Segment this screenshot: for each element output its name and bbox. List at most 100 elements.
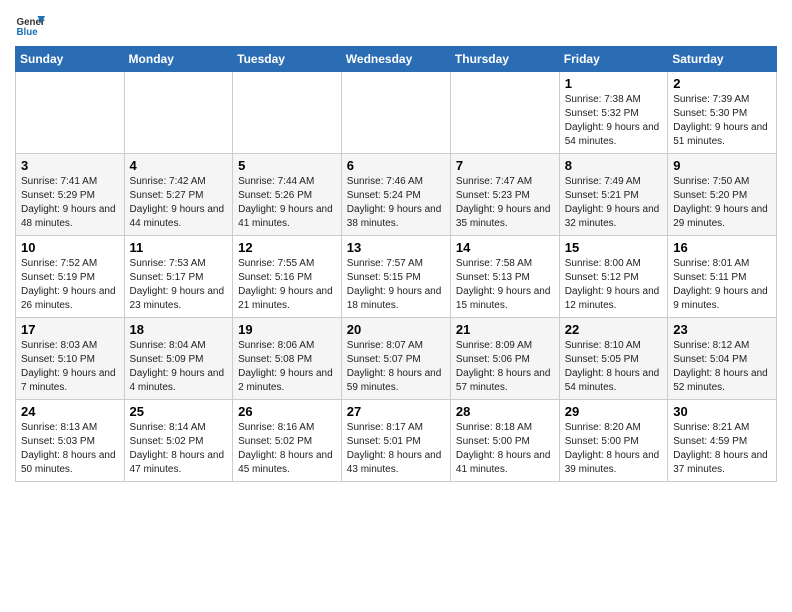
day-info: Sunrise: 7:41 AM Sunset: 5:29 PM Dayligh… xyxy=(21,175,119,231)
calendar-cell: 15Sunrise: 8:00 AM Sunset: 5:12 PM Dayli… xyxy=(559,236,667,318)
day-info: Sunrise: 8:09 AM Sunset: 5:06 PM Dayligh… xyxy=(456,339,554,395)
calendar-cell: 13Sunrise: 7:57 AM Sunset: 5:15 PM Dayli… xyxy=(341,236,450,318)
calendar-cell: 9 Sunrise: 7:50 AM Sunset: 5:20 PM Daylig… xyxy=(668,154,777,236)
day-number: 12 xyxy=(238,240,336,255)
calendar-cell: 4Sunrise: 7:42 AM Sunset: 5:27 PM Daylig… xyxy=(124,154,233,236)
weekday-header-row: SundayMondayTuesdayWednesdayThursdayFrid… xyxy=(16,47,777,72)
day-number: 29 xyxy=(565,404,662,419)
calendar-cell xyxy=(233,72,342,154)
day-info: Sunrise: 8:04 AM Sunset: 5:09 PM Dayligh… xyxy=(130,339,228,395)
day-number: 28 xyxy=(456,404,554,419)
day-number: 11 xyxy=(130,240,228,255)
day-info: Sunrise: 8:13 AM Sunset: 5:03 PM Dayligh… xyxy=(21,421,119,477)
day-number: 5 xyxy=(238,158,336,173)
calendar-table: SundayMondayTuesdayWednesdayThursdayFrid… xyxy=(15,46,777,482)
calendar-cell: 27 Sunrise: 8:17 AM Sunset: 5:01 PM Dayli… xyxy=(341,400,450,482)
calendar-week-row: 10 Sunrise: 7:52 AM Sunset: 5:19 PM Dayli… xyxy=(16,236,777,318)
calendar-cell: 24 Sunrise: 8:13 AM Sunset: 5:03 PM Dayli… xyxy=(16,400,125,482)
day-info: Sunrise: 8:20 AM Sunset: 5:00 PM Dayligh… xyxy=(565,421,662,477)
weekday-header-cell: Wednesday xyxy=(341,47,450,72)
day-number: 10 xyxy=(21,240,119,255)
day-number: 16 xyxy=(673,240,771,255)
day-info: Sunrise: 8:01 AM Sunset: 5:11 PM Dayligh… xyxy=(673,257,771,313)
day-info: Sunrise: 7:42 AM Sunset: 5:27 PM Dayligh… xyxy=(130,175,228,231)
day-number: 27 xyxy=(347,404,445,419)
day-info: Sunrise: 8:12 AM Sunset: 5:04 PM Dayligh… xyxy=(673,339,771,395)
calendar-cell: 19 Sunrise: 8:06 AM Sunset: 5:08 PM Dayli… xyxy=(233,318,342,400)
calendar-week-row: 24 Sunrise: 8:13 AM Sunset: 5:03 PM Dayli… xyxy=(16,400,777,482)
day-info: Sunrise: 8:21 AM Sunset: 4:59 PM Dayligh… xyxy=(673,421,771,477)
day-number: 18 xyxy=(130,322,228,337)
weekday-header-cell: Tuesday xyxy=(233,47,342,72)
day-info: Sunrise: 7:53 AM Sunset: 5:17 PM Dayligh… xyxy=(130,257,228,313)
day-number: 19 xyxy=(238,322,336,337)
day-number: 15 xyxy=(565,240,662,255)
weekday-header-cell: Sunday xyxy=(16,47,125,72)
calendar-cell: 1 Sunrise: 7:38 AM Sunset: 5:32 PM Daylig… xyxy=(559,72,667,154)
calendar-cell: 6 Sunrise: 7:46 AM Sunset: 5:24 PM Daylig… xyxy=(341,154,450,236)
day-number: 17 xyxy=(21,322,119,337)
calendar-cell xyxy=(124,72,233,154)
day-info: Sunrise: 7:55 AM Sunset: 5:16 PM Dayligh… xyxy=(238,257,336,313)
day-number: 13 xyxy=(347,240,445,255)
weekday-header-cell: Friday xyxy=(559,47,667,72)
day-number: 21 xyxy=(456,322,554,337)
day-number: 1 xyxy=(565,76,662,91)
day-info: Sunrise: 8:03 AM Sunset: 5:10 PM Dayligh… xyxy=(21,339,119,395)
calendar-cell: 29 Sunrise: 8:20 AM Sunset: 5:00 PM Dayli… xyxy=(559,400,667,482)
day-number: 22 xyxy=(565,322,662,337)
logo: General Blue xyxy=(15,10,45,40)
calendar-cell xyxy=(16,72,125,154)
calendar-week-row: 3Sunrise: 7:41 AM Sunset: 5:29 PM Daylig… xyxy=(16,154,777,236)
day-number: 14 xyxy=(456,240,554,255)
day-info: Sunrise: 7:58 AM Sunset: 5:13 PM Dayligh… xyxy=(456,257,554,313)
day-info: Sunrise: 8:18 AM Sunset: 5:00 PM Dayligh… xyxy=(456,421,554,477)
calendar-cell: 10 Sunrise: 7:52 AM Sunset: 5:19 PM Dayli… xyxy=(16,236,125,318)
calendar-cell: 17 Sunrise: 8:03 AM Sunset: 5:10 PM Dayli… xyxy=(16,318,125,400)
weekday-header-cell: Monday xyxy=(124,47,233,72)
day-number: 9 xyxy=(673,158,771,173)
calendar-body: 1 Sunrise: 7:38 AM Sunset: 5:32 PM Daylig… xyxy=(16,72,777,482)
day-number: 6 xyxy=(347,158,445,173)
calendar-cell: 25 Sunrise: 8:14 AM Sunset: 5:02 PM Dayli… xyxy=(124,400,233,482)
calendar-week-row: 17 Sunrise: 8:03 AM Sunset: 5:10 PM Dayli… xyxy=(16,318,777,400)
calendar-cell: 30 Sunrise: 8:21 AM Sunset: 4:59 PM Dayli… xyxy=(668,400,777,482)
calendar-cell: 8Sunrise: 7:49 AM Sunset: 5:21 PM Daylig… xyxy=(559,154,667,236)
weekday-header-cell: Thursday xyxy=(450,47,559,72)
logo-icon: General Blue xyxy=(15,10,45,40)
calendar-cell xyxy=(450,72,559,154)
day-info: Sunrise: 7:52 AM Sunset: 5:19 PM Dayligh… xyxy=(21,257,119,313)
day-number: 20 xyxy=(347,322,445,337)
day-info: Sunrise: 7:50 AM Sunset: 5:20 PM Dayligh… xyxy=(673,175,771,231)
calendar-cell: 3Sunrise: 7:41 AM Sunset: 5:29 PM Daylig… xyxy=(16,154,125,236)
day-info: Sunrise: 8:10 AM Sunset: 5:05 PM Dayligh… xyxy=(565,339,662,395)
calendar-cell: 12 Sunrise: 7:55 AM Sunset: 5:16 PM Dayli… xyxy=(233,236,342,318)
day-number: 24 xyxy=(21,404,119,419)
day-info: Sunrise: 8:14 AM Sunset: 5:02 PM Dayligh… xyxy=(130,421,228,477)
day-info: Sunrise: 7:39 AM Sunset: 5:30 PM Dayligh… xyxy=(673,93,771,149)
svg-text:Blue: Blue xyxy=(17,27,39,38)
calendar-cell: 20Sunrise: 8:07 AM Sunset: 5:07 PM Dayli… xyxy=(341,318,450,400)
day-info: Sunrise: 7:44 AM Sunset: 5:26 PM Dayligh… xyxy=(238,175,336,231)
page-header: General Blue xyxy=(15,10,777,40)
calendar-cell: 16 Sunrise: 8:01 AM Sunset: 5:11 PM Dayli… xyxy=(668,236,777,318)
calendar-cell: 11 Sunrise: 7:53 AM Sunset: 5:17 PM Dayli… xyxy=(124,236,233,318)
calendar-week-row: 1 Sunrise: 7:38 AM Sunset: 5:32 PM Daylig… xyxy=(16,72,777,154)
calendar-cell: 18 Sunrise: 8:04 AM Sunset: 5:09 PM Dayli… xyxy=(124,318,233,400)
day-number: 30 xyxy=(673,404,771,419)
calendar-cell: 26 Sunrise: 8:16 AM Sunset: 5:02 PM Dayli… xyxy=(233,400,342,482)
day-number: 2 xyxy=(673,76,771,91)
calendar-cell: 5 Sunrise: 7:44 AM Sunset: 5:26 PM Daylig… xyxy=(233,154,342,236)
day-info: Sunrise: 7:46 AM Sunset: 5:24 PM Dayligh… xyxy=(347,175,445,231)
calendar-cell: 21 Sunrise: 8:09 AM Sunset: 5:06 PM Dayli… xyxy=(450,318,559,400)
day-number: 26 xyxy=(238,404,336,419)
day-info: Sunrise: 8:06 AM Sunset: 5:08 PM Dayligh… xyxy=(238,339,336,395)
day-info: Sunrise: 7:38 AM Sunset: 5:32 PM Dayligh… xyxy=(565,93,662,149)
calendar-cell: 23 Sunrise: 8:12 AM Sunset: 5:04 PM Dayli… xyxy=(668,318,777,400)
calendar-cell: 28 Sunrise: 8:18 AM Sunset: 5:00 PM Dayli… xyxy=(450,400,559,482)
day-number: 23 xyxy=(673,322,771,337)
calendar-cell: 14 Sunrise: 7:58 AM Sunset: 5:13 PM Dayli… xyxy=(450,236,559,318)
day-info: Sunrise: 8:16 AM Sunset: 5:02 PM Dayligh… xyxy=(238,421,336,477)
day-number: 25 xyxy=(130,404,228,419)
day-info: Sunrise: 8:17 AM Sunset: 5:01 PM Dayligh… xyxy=(347,421,445,477)
